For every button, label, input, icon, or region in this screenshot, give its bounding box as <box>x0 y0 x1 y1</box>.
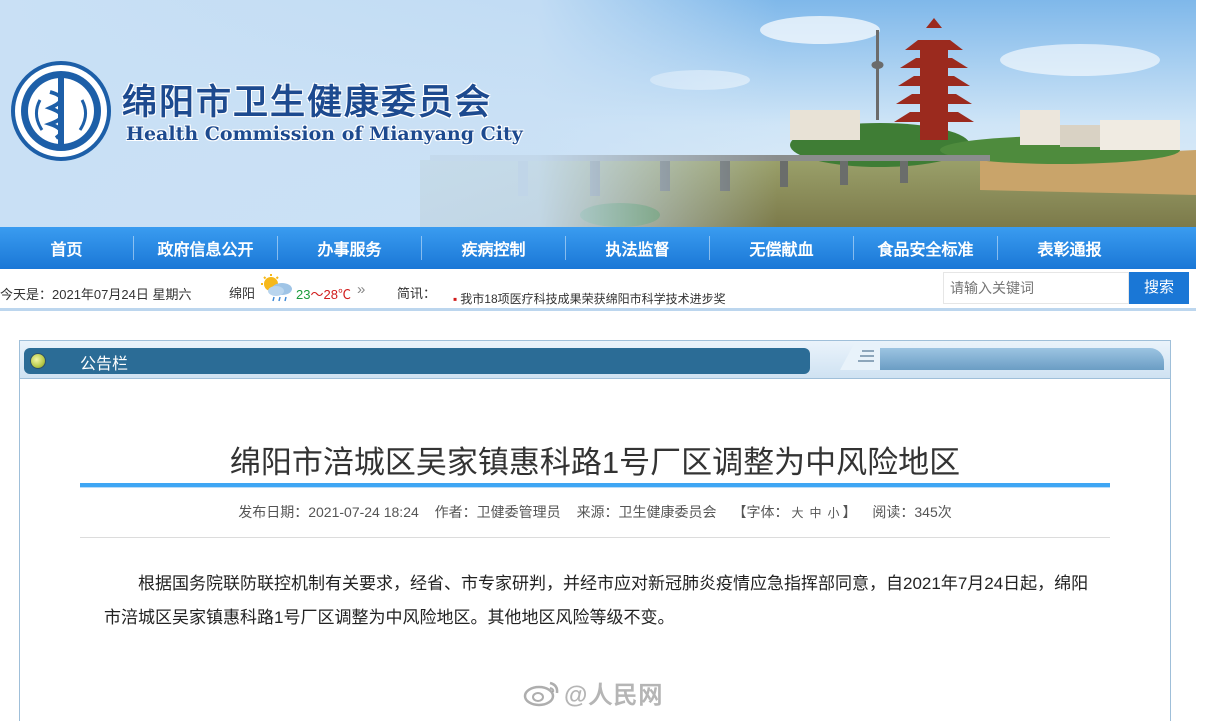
news-ticker-text: 我市18项医疗科技成果荣获绵阳市科学技术进步奖 <box>460 292 726 306</box>
nav-law-enforcement[interactable]: 执法监督 <box>566 236 709 260</box>
search-input[interactable] <box>943 272 1129 304</box>
health-commission-logo <box>11 61 111 161</box>
site-title-cn: 绵阳市卫生健康委员会 <box>122 82 493 123</box>
font-size-control: 【字体：大中小】 <box>732 504 856 520</box>
article-title: 绵阳市涪城区吴家镇惠科路1号厂区调整为中风险地区 <box>229 445 961 480</box>
bulletin-panel-header: 公告栏 <box>20 341 1170 379</box>
nav-services[interactable]: 办事服务 <box>278 236 421 260</box>
main-nav: 首页 政府信息公开 办事服务 疾病控制 执法监督 无偿献血 食品安全标准 表彰通… <box>0 227 1196 269</box>
today-date: 今天是：2021年07月24日 星期六 <box>0 287 192 302</box>
news-label: 简讯： <box>397 286 437 301</box>
weibo-icon <box>523 681 559 707</box>
article-meta: 发布日期：2021-07-24 18:24 作者：卫健委管理员 来源：卫生健康委… <box>80 502 1110 522</box>
partly-cloudy-rain-icon <box>261 274 292 302</box>
font-size-suffix: 】 <box>842 504 857 520</box>
bulletin-tab <box>24 348 810 374</box>
info-bar: 今天是：2021年07月24日 星期六 绵阳 23～28℃ » 简讯： ▪ 我市1… <box>0 269 1196 311</box>
font-size-prefix: 【字体： <box>732 504 789 520</box>
nav-blood-donation[interactable]: 无偿献血 <box>710 236 853 260</box>
nav-disease-control[interactable]: 疾病控制 <box>422 236 565 260</box>
font-size-large-link[interactable]: 大 <box>791 506 803 520</box>
temperature-range: 23～28℃ <box>296 284 351 303</box>
site-title-en: Health Commission of Mianyang City <box>126 123 523 145</box>
weather-city: 绵阳 <box>229 286 256 301</box>
news-ticker-item[interactable]: ▪ 我市18项医疗科技成果荣获绵阳市科学技术进步奖 <box>453 290 726 307</box>
list-icon <box>840 344 880 370</box>
nav-food-safety[interactable]: 食品安全标准 <box>854 236 997 260</box>
publish-date: 发布日期：2021-07-24 18:24 <box>238 504 419 520</box>
bulletin-title: 公告栏 <box>80 356 129 373</box>
watermark-label: @人民网 <box>564 682 664 709</box>
header-banner: 绵阳市卫生健康委员会 Health Commission of Mianyang… <box>0 0 1196 227</box>
weather-more-link[interactable]: » <box>357 281 365 298</box>
bulletin-tab-decoration <box>856 348 1164 370</box>
search-button[interactable]: 搜索 <box>1129 272 1189 304</box>
read-count: 阅读：345次 <box>872 504 952 520</box>
meta-divider <box>80 537 1110 538</box>
font-size-medium-link[interactable]: 中 <box>809 506 821 520</box>
article-source: 来源：卫生健康委员会 <box>576 504 717 520</box>
nav-home[interactable]: 首页 <box>0 236 133 260</box>
nav-gov-info[interactable]: 政府信息公开 <box>134 236 277 260</box>
font-size-small-link[interactable]: 小 <box>827 506 839 520</box>
article-body: 根据国务院联防联控机制有关要求，经省、市专家研判，并经市应对新冠肺炎疫情应急指挥… <box>104 574 1089 627</box>
title-divider <box>80 483 1110 488</box>
news-bullet-icon: ▪ <box>453 292 458 306</box>
temp-high: 28℃ <box>323 287 351 302</box>
article-author: 作者：卫健委管理员 <box>434 504 561 520</box>
bulletin-bullet-icon <box>30 353 46 369</box>
temp-low: 23 <box>296 287 311 302</box>
temp-separator: ～ <box>310 287 324 302</box>
bulletin-panel: 公告栏 绵阳市涪城区吴家镇惠科路1号厂区调整为中风险地区 发布日期：2021-0… <box>19 340 1171 721</box>
nav-commendations[interactable]: 表彰通报 <box>998 236 1141 260</box>
